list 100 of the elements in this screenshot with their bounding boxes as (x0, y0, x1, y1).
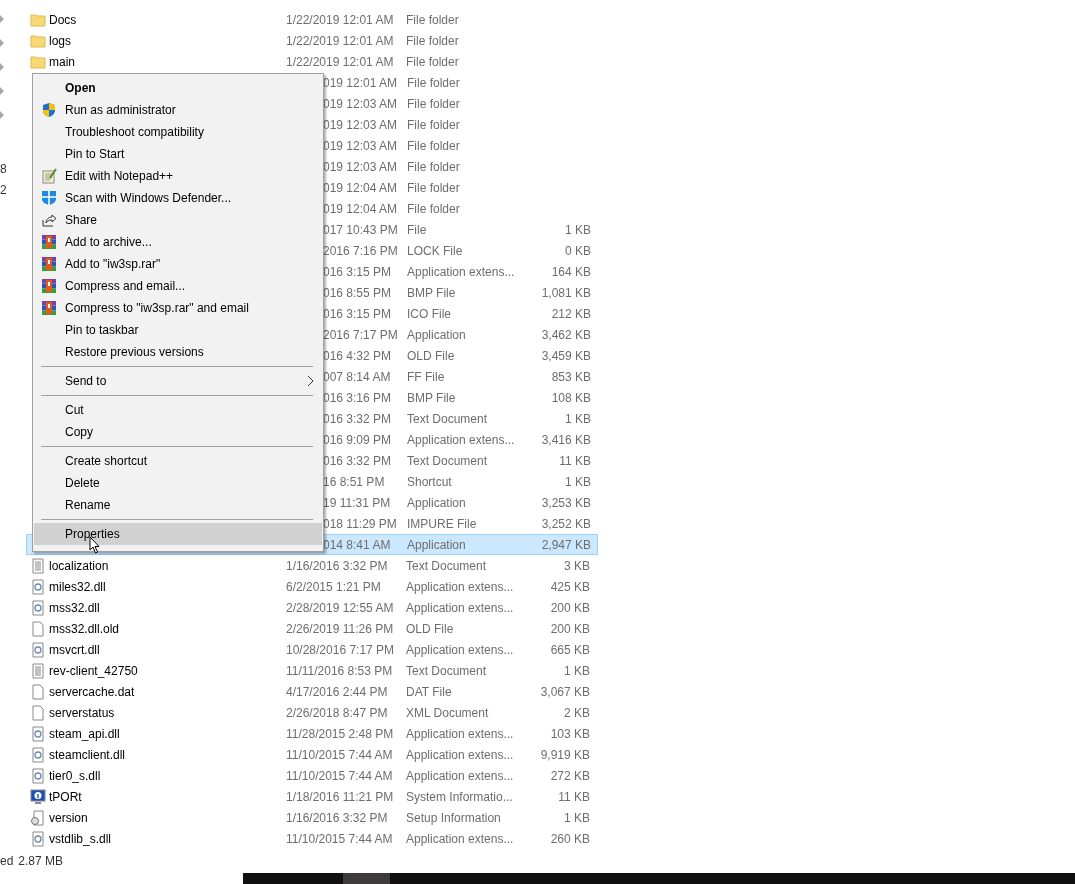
file-type: Application extens... (406, 642, 514, 657)
file-size: 1 KB (565, 222, 591, 237)
date-modified: 2016 7:16 PM (323, 243, 398, 258)
file-type: ICO File (407, 306, 451, 321)
file-type: File folder (406, 33, 459, 48)
file-type: Shortcut (407, 474, 452, 489)
file-type: Application extens... (406, 768, 514, 783)
file-type: Application extens... (407, 264, 515, 279)
date-modified: 1/22/2019 12:01 AM (286, 33, 394, 48)
file-type: Application extens... (407, 432, 515, 447)
status-text: ed (0, 853, 14, 870)
date-modified: 11/10/2015 7:44 AM (286, 768, 393, 783)
file-size: 3,252 KB (541, 516, 591, 531)
date-modified: 6/2/2015 1:21 PM (286, 579, 381, 594)
date-modified: 016 3:16 PM (323, 390, 392, 405)
date-modified: 016 3:32 PM (323, 453, 392, 468)
file-size: 3 KB (564, 558, 590, 573)
file-type: XML Document (406, 705, 489, 720)
file-type: Application extens... (406, 600, 514, 615)
date-modified: 2/28/2019 12:55 AM (286, 600, 394, 615)
date-modified: 1/18/2016 11:21 PM (286, 789, 394, 804)
date-modified: 007 8:14 AM (323, 369, 391, 384)
date-modified: 11/28/2015 2:48 PM (286, 726, 394, 741)
file-size: 200 KB (550, 621, 590, 636)
date-modified: 19 11:31 PM (323, 495, 391, 510)
file-type: File folder (407, 75, 460, 90)
date-modified: 019 12:03 AM (323, 117, 398, 132)
file-size: 2 KB (564, 705, 590, 720)
file-type: OLD File (407, 348, 455, 363)
file-type: Text Document (407, 411, 488, 426)
nav-label: 8 (0, 161, 8, 178)
date-modified: 016 8:55 PM (323, 285, 392, 300)
date-modified: 1/22/2019 12:01 AM (286, 54, 394, 69)
date-modified: 4/17/2016 2:44 PM (286, 684, 388, 699)
file-type: Application (407, 537, 466, 552)
date-modified: 019 12:03 AM (323, 159, 398, 174)
file-type: Application (407, 327, 466, 342)
date-modified: 016 3:15 PM (323, 264, 392, 279)
file-size: 1,081 KB (541, 285, 591, 300)
file-size: 260 KB (550, 831, 590, 846)
file-size: 164 KB (551, 264, 591, 279)
file-type: Text Document (407, 453, 488, 468)
file-size: 0 KB (565, 243, 591, 258)
file-type: BMP File (407, 285, 456, 300)
date-modified: 11/10/2015 7:44 AM (286, 747, 393, 762)
nav-label: 2 (0, 182, 8, 199)
file-type: Application extens... (406, 747, 514, 762)
file-size: 11 KB (558, 789, 590, 804)
date-modified: 2/26/2019 11:26 PM (286, 621, 394, 636)
file-size: 9,919 KB (540, 747, 590, 762)
file-size: 3,462 KB (541, 327, 591, 342)
file-size: 103 KB (550, 726, 590, 741)
file-size: 1 KB (564, 663, 590, 678)
date-modified: 016 3:15 PM (323, 306, 392, 321)
file-size: 3,253 KB (541, 495, 591, 510)
date-modified: 019 12:04 AM (323, 180, 398, 195)
file-size: 2,947 KB (541, 537, 591, 552)
date-modified: 10/28/2016 7:17 PM (286, 642, 395, 657)
selection-size: 2.87 MB (18, 853, 64, 870)
date-modified: 018 11:29 PM (323, 516, 397, 531)
file-type: Text Document (406, 663, 487, 678)
date-modified: 1/16/2016 3:32 PM (286, 810, 388, 825)
file-type: Application (407, 495, 466, 510)
date-modified: 016 9:09 PM (323, 432, 392, 447)
file-size: 3,067 KB (540, 684, 590, 699)
file-type: OLD File (406, 621, 454, 636)
file-size: 212 KB (551, 306, 591, 321)
file-type: LOCK File (407, 243, 463, 258)
date-modified: 019 12:04 AM (323, 201, 398, 216)
date-modified: 2016 7:17 PM (323, 327, 398, 342)
file-type: File (407, 222, 427, 237)
file-type: Application extens... (406, 831, 514, 846)
file-size: 425 KB (550, 579, 590, 594)
file-type: FF File (407, 369, 445, 384)
date-modified: 1/22/2019 12:01 AM (286, 12, 394, 27)
file-size: 1 KB (565, 411, 591, 426)
file-type: File folder (407, 117, 460, 132)
file-size: 853 KB (551, 369, 591, 384)
file-type: File folder (407, 138, 460, 153)
date-modified: 2/26/2018 8:47 PM (286, 705, 388, 720)
file-type: File folder (406, 12, 459, 27)
file-size: 200 KB (550, 600, 590, 615)
date-modified: 11/10/2015 7:44 AM (286, 831, 393, 846)
file-size: 1 KB (564, 810, 590, 825)
date-modified: 019 12:01 AM (323, 75, 398, 90)
file-size: 3,416 KB (541, 432, 591, 447)
file-size: 3,459 KB (541, 348, 591, 363)
date-modified: 019 12:03 AM (323, 138, 398, 153)
date-modified: 016 3:32 PM (323, 411, 392, 426)
file-size: 272 KB (550, 768, 590, 783)
file-type: DAT File (406, 684, 452, 699)
file-type: File folder (407, 201, 460, 216)
file-size: 108 KB (551, 390, 591, 405)
file-type: File folder (407, 180, 460, 195)
file-type: File folder (407, 96, 460, 111)
date-modified: 11/11/2016 8:53 PM (286, 663, 393, 678)
date-modified: 014 8:41 AM (323, 537, 391, 552)
file-size: 1 KB (565, 474, 591, 489)
file-type: Setup Information (406, 810, 501, 825)
date-modified: 017 10:43 PM (323, 222, 398, 237)
